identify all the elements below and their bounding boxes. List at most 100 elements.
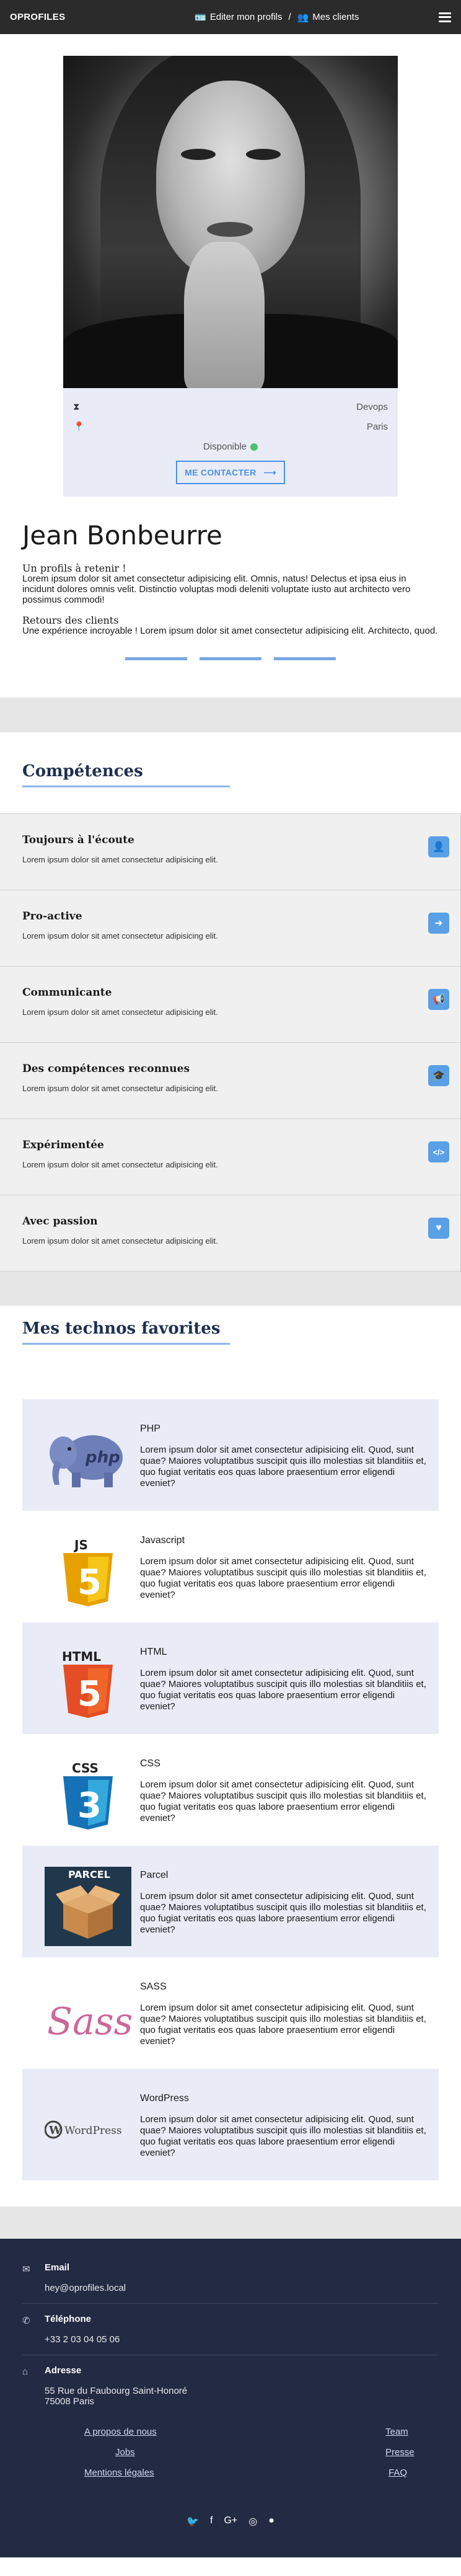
my-clients-link[interactable]: 👥 Mes clients [297, 12, 359, 23]
contact-button-label: ME CONTACTER [185, 467, 257, 477]
feedback-text: Une expérience incroyable ! Lorem ipsum … [22, 626, 438, 636]
competence-text: Lorem ipsum dolor sit amet consectetur a… [22, 855, 218, 864]
phone-value[interactable]: +33 2 03 04 05 06 [45, 2334, 120, 2345]
graduation-cap-icon[interactable]: 🎓 [428, 1065, 449, 1086]
js-logo: JS 5 [45, 1538, 131, 1606]
competence-item: Communicante Lorem ipsum dolor sit amet … [0, 967, 461, 1043]
edit-profile-link[interactable]: 🪪 Editer mon profils [195, 12, 282, 23]
id-card-icon: 🪪 [195, 12, 206, 23]
github-icon[interactable]: ● [268, 2515, 274, 2528]
footer-link-faq[interactable]: FAQ [389, 2468, 439, 2478]
techno-text: Lorem ipsum dolor sit amet consectetur a… [140, 1445, 426, 1489]
phone-icon: ✆ [22, 2316, 30, 2326]
profile-photo [63, 56, 398, 388]
map-marker-icon: 📍 [73, 422, 85, 432]
job-value: Devops [356, 401, 388, 412]
techno-item: PARCEL Parcel Lorem ipsum dolor sit amet… [22, 1846, 439, 1957]
arrow-right-icon[interactable]: ➜ [428, 913, 449, 934]
users-icon: 👥 [297, 12, 309, 23]
title-underline [22, 1343, 230, 1345]
svg-text:5: 5 [77, 1562, 102, 1603]
techno-text: Lorem ipsum dolor sit amet consectetur a… [140, 2114, 426, 2158]
section-divider [0, 2206, 461, 2239]
availability-status: Disponible [73, 441, 388, 452]
site-footer: ✉ Email hey@oprofiles.local ✆ Téléphone … [0, 2239, 461, 2557]
google-plus-icon[interactable]: G+ [224, 2515, 237, 2528]
competence-title: Expérimentée [22, 1139, 104, 1151]
footer-phone: ✆ Téléphone +33 2 03 04 05 06 [22, 2314, 439, 2355]
profile-card: ⧗ Devops 📍 Paris Disponible ME CONTACTER… [63, 56, 398, 497]
footer-link-press[interactable]: Presse [385, 2447, 439, 2458]
footer-links: A propos de nous Team Jobs Presse Mentio… [22, 2427, 439, 2478]
techno-text: Lorem ipsum dolor sit amet consectetur a… [140, 1891, 426, 1935]
code-icon[interactable]: </> [428, 1141, 449, 1162]
nav-separator: / [288, 12, 291, 22]
techno-item: CSS 3 CSS Lorem ipsum dolor sit amet con… [22, 1734, 439, 1846]
arrow-right-icon: ⟶ [263, 467, 276, 477]
wordpress-logo-text: WordPress [64, 2125, 122, 2137]
home-icon: ⌂ [22, 2366, 29, 2377]
heart-icon[interactable]: ♥ [428, 1218, 449, 1239]
carousel-indicators [0, 657, 461, 660]
techno-item: php PHP Lorem ipsum dolor sit amet conse… [22, 1399, 439, 1511]
instagram-icon[interactable]: ◎ [248, 2515, 257, 2528]
availability-dot-icon [250, 443, 258, 451]
footer-link-team[interactable]: Team [385, 2427, 439, 2437]
social-links: 🐦 f G+ ◎ ● [22, 2515, 439, 2528]
competence-title: Pro-active [22, 910, 82, 923]
availability-label: Disponible [203, 441, 247, 452]
competence-text: Lorem ipsum dolor sit amet consectetur a… [22, 1236, 218, 1246]
section-divider [0, 697, 461, 732]
techno-name: SASS [140, 1981, 167, 1992]
envelope-icon: ✉ [22, 2264, 30, 2275]
address-line2: 75008 Paris [45, 2396, 95, 2407]
brand-logo[interactable]: OPROFILES [10, 12, 65, 22]
svg-text:5: 5 [77, 1674, 102, 1714]
profile-description: Un profils à retenir ! Lorem ipsum dolor… [22, 563, 439, 636]
bullhorn-icon[interactable]: 📢 [428, 989, 449, 1010]
svg-text:3: 3 [77, 1786, 102, 1826]
contact-button[interactable]: ME CONTACTER ⟶ [176, 461, 285, 484]
feedback-title: Retours des clients [22, 614, 119, 626]
address-label: Adresse [45, 2365, 82, 2376]
parcel-logo-text: PARCEL [68, 1869, 110, 1880]
parcel-logo: PARCEL [45, 1867, 131, 1946]
js-logo-text: JS [73, 1538, 88, 1552]
competence-item: Toujours à l'écoute Lorem ipsum dolor si… [0, 814, 461, 890]
techno-text: Lorem ipsum dolor sit amet consectetur a… [140, 2003, 426, 2047]
profile-name: Jean Bonbeurre [22, 520, 222, 551]
footer-link-jobs[interactable]: Jobs [115, 2447, 230, 2458]
techno-name: WordPress [140, 2093, 189, 2104]
my-clients-label: Mes clients [312, 12, 359, 22]
hourglass-icon: ⧗ [73, 401, 80, 412]
footer-link-legal[interactable]: Mentions légales [84, 2468, 230, 2478]
technos-title: Mes technos favorites [22, 1319, 221, 1338]
techno-name: CSS [140, 1758, 160, 1769]
svg-text:W: W [48, 2124, 62, 2137]
carousel-indicator[interactable] [125, 657, 187, 660]
job-row: ⧗ Devops [73, 397, 388, 417]
competence-item: Avec passion Lorem ipsum dolor sit amet … [0, 1195, 461, 1272]
twitter-icon[interactable]: 🐦 [187, 2515, 199, 2528]
competence-item: Des compétences reconnues Lorem ipsum do… [0, 1043, 461, 1119]
competence-text: Lorem ipsum dolor sit amet consectetur a… [22, 1160, 218, 1169]
profile-info: ⧗ Devops 📍 Paris Disponible ME CONTACTER… [63, 388, 398, 497]
email-label: Email [45, 2262, 70, 2273]
techno-name: PHP [140, 1423, 160, 1434]
techno-item: Sass SASS Lorem ipsum dolor sit amet con… [22, 1957, 439, 2069]
techno-item: W WordPress WordPress Lorem ipsum dolor … [22, 2069, 439, 2180]
techno-name: Parcel [140, 1870, 169, 1880]
competence-text: Lorem ipsum dolor sit amet consectetur a… [22, 1007, 218, 1017]
carousel-indicator[interactable] [200, 657, 261, 660]
email-value[interactable]: hey@oprofiles.local [45, 2283, 126, 2293]
user-icon[interactable]: 👤 [428, 836, 449, 857]
html-logo-text: HTML [62, 1649, 101, 1664]
footer-link-about[interactable]: A propos de nous [84, 2427, 230, 2437]
facebook-icon[interactable]: f [210, 2515, 213, 2528]
sass-logo: Sass [45, 1984, 131, 2052]
retain-title: Un profils à retenir ! [22, 562, 126, 574]
hamburger-menu-icon[interactable] [438, 12, 451, 22]
phone-label: Téléphone [45, 2314, 92, 2324]
carousel-indicator[interactable] [274, 657, 336, 660]
city-row: 📍 Paris [73, 417, 388, 436]
